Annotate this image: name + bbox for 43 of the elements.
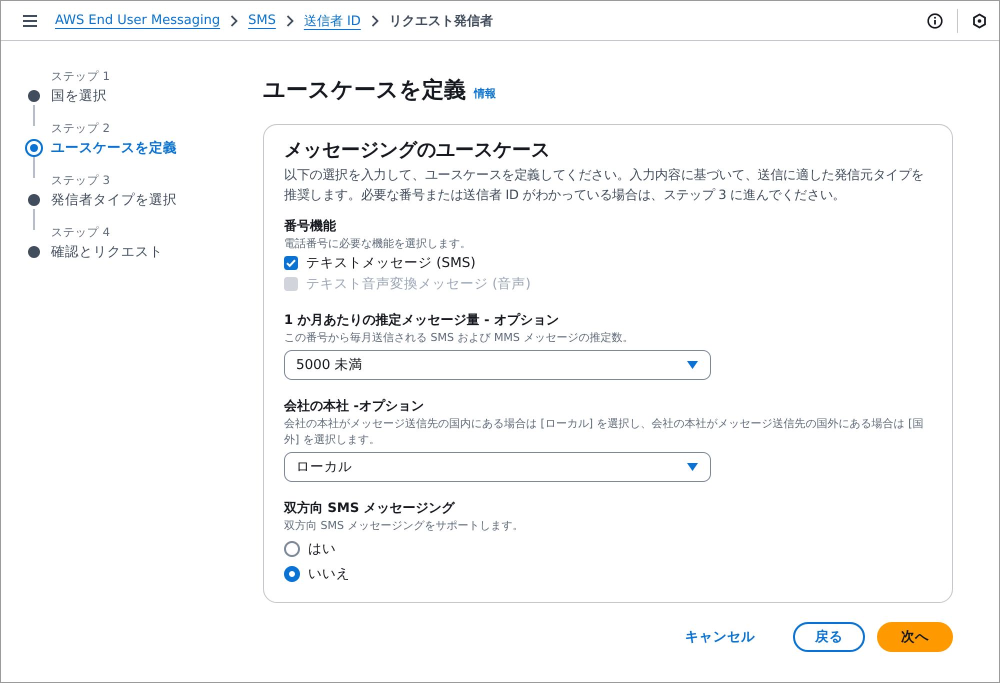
radio-label[interactable]: いいえ [308, 564, 350, 584]
info-icon[interactable] [927, 12, 943, 28]
field-hint: この番号から毎月送信される SMS および MMS メッセージの推定数。 [284, 330, 634, 346]
hexagon-icon[interactable] [972, 12, 987, 28]
field-hint: 会社の本社がメッセージ送信先の国内にある場合は [ローカル] を選択し、会社の本社がメッセージ送信先の国外にある場合は [国外] を選択します。 [284, 416, 924, 448]
field-label: 番号機能 [284, 218, 337, 236]
info-link[interactable]: 情報 [474, 86, 496, 101]
step-label[interactable]: 発信者タイプを選択 [51, 190, 263, 210]
chevron-right-icon [370, 14, 379, 26]
step-number: ステップ 2 [51, 120, 111, 137]
caret-down-icon [687, 361, 698, 369]
back-button[interactable]: 戻る [793, 622, 865, 652]
cancel-button[interactable]: キャンセル [665, 622, 775, 652]
next-button[interactable]: 次へ [877, 622, 953, 652]
select-dropdown[interactable]: 5000 未満 [284, 350, 711, 380]
step-label[interactable]: 確認とリクエスト [51, 242, 263, 262]
step-number: ステップ 1 [51, 68, 111, 85]
step-label[interactable]: ユースケースを定義 [51, 138, 263, 158]
menu-icon[interactable] [23, 14, 37, 26]
select-dropdown[interactable]: ローカル [284, 452, 711, 482]
radio-button[interactable] [284, 541, 300, 557]
card-title: メッセージングのユースケース [284, 138, 551, 162]
step-label[interactable]: 国を選択 [51, 86, 263, 106]
chevron-right-icon [230, 14, 238, 26]
step-number: ステップ 4 [51, 224, 111, 241]
card-description: 以下の選択を入力して、ユースケースを定義してください。入力内容に基づいて、送信に適した発信元タイプを推奨します。必要な番号または送信者 ID がわかっている場合は、ステップ 3 に進んでください。 [284, 167, 926, 205]
field-hint: 電話番号に必要な機能を選択します。 [284, 236, 472, 252]
breadcrumb-link[interactable]: AWS End User Messaging [55, 13, 220, 28]
field-label: 1 か月あたりの推定メッセージ量 - オプション [284, 312, 560, 330]
caret-down-icon [687, 463, 698, 471]
checkbox-label[interactable]: テキストメッセージ (SMS) [306, 253, 476, 273]
chevron-right-icon [286, 14, 294, 26]
radio-button[interactable] [284, 566, 300, 582]
field-label: 会社の本社 -オプション [284, 398, 425, 416]
field-hint: 双方向 SMS メッセージングをサポートします。 [284, 518, 524, 534]
checkbox[interactable] [284, 256, 298, 270]
radio-label[interactable]: はい [308, 539, 336, 559]
field-label: 双方向 SMS メッセージング [284, 500, 456, 518]
breadcrumb-link[interactable]: SMS [248, 13, 276, 28]
step-number: ステップ 3 [51, 172, 111, 189]
page-title: ユースケースを定義 [263, 76, 466, 105]
breadcrumb-current: リクエスト発信者 [388, 12, 493, 30]
breadcrumb-link[interactable]: 送信者 ID [304, 12, 361, 30]
